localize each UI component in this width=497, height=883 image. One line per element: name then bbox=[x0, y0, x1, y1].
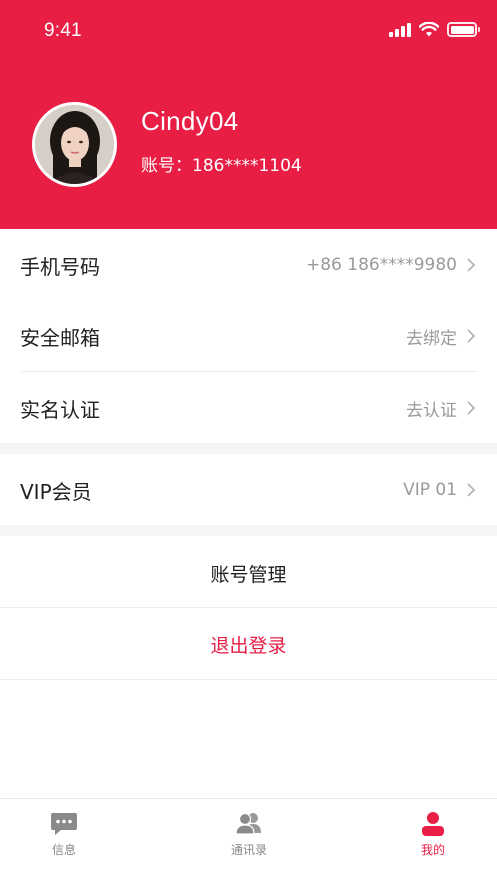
status-time: 9:41 bbox=[44, 20, 82, 41]
tab-messages[interactable]: 信息 bbox=[4, 799, 124, 869]
real-name-verification-value: 去认证 bbox=[406, 400, 457, 421]
contacts-icon bbox=[235, 812, 261, 835]
vip-membership-value: VIP 01 bbox=[403, 480, 457, 500]
account-management-button[interactable]: 账号管理 bbox=[0, 537, 497, 609]
section-gap bbox=[0, 443, 497, 454]
phone-number-label: 手机号码 bbox=[20, 254, 100, 279]
secure-email-row[interactable]: 安全邮箱 去绑定 bbox=[0, 300, 497, 372]
phone-number-value: +86 186****9980 bbox=[306, 255, 457, 275]
logout-button[interactable]: 退出登录 bbox=[0, 608, 497, 680]
person-icon bbox=[422, 812, 444, 836]
status-bar: 9:41 bbox=[0, 0, 497, 62]
section-gap bbox=[0, 525, 497, 536]
wifi-icon bbox=[419, 22, 439, 37]
chevron-right-icon bbox=[467, 258, 476, 272]
avatar-portrait-image bbox=[35, 105, 114, 184]
real-name-verification-row[interactable]: 实名认证 去认证 bbox=[0, 372, 497, 444]
tab-contacts-label: 通讯录 bbox=[230, 843, 267, 857]
tab-messages-label: 信息 bbox=[51, 843, 76, 857]
tab-me-label: 我的 bbox=[420, 843, 445, 857]
cellular-signal-icon bbox=[389, 22, 411, 37]
battery-icon bbox=[447, 22, 480, 37]
chevron-right-icon bbox=[467, 401, 476, 415]
avatar[interactable] bbox=[32, 102, 117, 187]
secure-email-value: 去绑定 bbox=[406, 328, 457, 349]
chevron-right-icon bbox=[467, 329, 476, 343]
row-divider bbox=[0, 679, 497, 680]
tab-me[interactable]: 我的 bbox=[373, 799, 493, 869]
chat-bubble-icon bbox=[51, 813, 77, 835]
profile-username: Cindy04 bbox=[141, 106, 239, 136]
real-name-verification-label: 实名认证 bbox=[20, 397, 100, 422]
status-icons bbox=[389, 22, 480, 37]
secure-email-label: 安全邮箱 bbox=[20, 325, 100, 350]
profile-account-number: 账号：186****1104 bbox=[141, 156, 302, 176]
bottom-tab-bar: 信息 通讯录 我的 bbox=[0, 798, 497, 883]
phone-number-row[interactable]: 手机号码 +86 186****9980 bbox=[0, 229, 497, 301]
tab-contacts[interactable]: 通讯录 bbox=[189, 799, 309, 869]
vip-membership-row[interactable]: VIP会员 VIP 01 bbox=[0, 454, 497, 526]
chevron-right-icon bbox=[467, 483, 476, 497]
vip-membership-label: VIP会员 bbox=[20, 479, 92, 504]
profile-header: 9:41 Cindy04 账号：186****1104 bbox=[0, 0, 497, 229]
